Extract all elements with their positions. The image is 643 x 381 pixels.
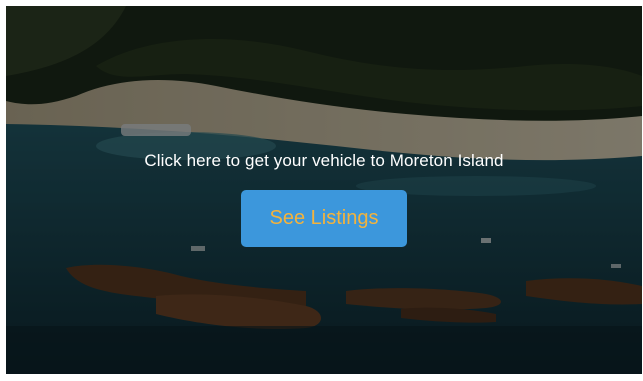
cta-message: Click here to get your vehicle to Moreto… — [144, 151, 504, 170]
see-listings-button[interactable]: See Listings — [241, 190, 407, 247]
cta-block: Click here to get your vehicle to Moreto… — [6, 150, 642, 247]
bottom-margin — [6, 374, 642, 381]
hero-banner: Click here to get your vehicle to Moreto… — [6, 6, 642, 374]
